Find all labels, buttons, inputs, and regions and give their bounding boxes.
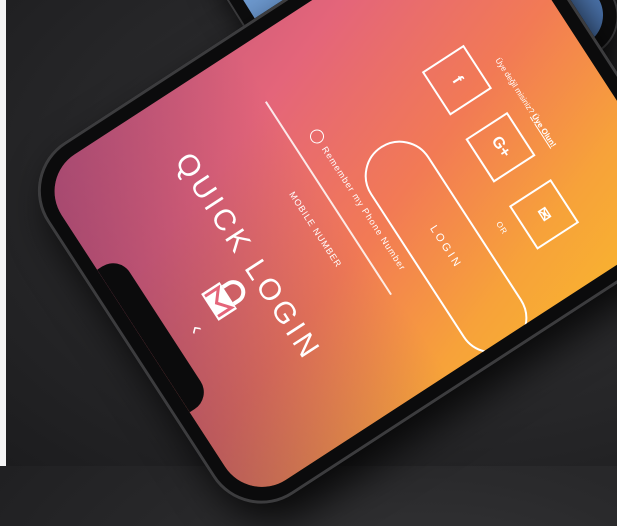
google-plus-icon: G+ [487, 133, 514, 161]
login-button-label: LOGIN [427, 223, 465, 271]
main-phone-mockup: ‹ QUICK LOGIN MOBILE NUMBER Remember my … [15, 0, 617, 526]
login-content: ‹ QUICK LOGIN MOBILE NUMBER Remember my … [38, 0, 617, 504]
mail-button[interactable]: ✉ [508, 178, 580, 250]
or-divider: OR [494, 219, 510, 237]
facebook-button[interactable]: f [421, 44, 493, 116]
signup-prompt-text: Üye değil misiniz? [493, 56, 537, 116]
facebook-icon: f [448, 73, 466, 87]
mail-icon: ✉ [532, 204, 555, 225]
login-screen: ‹ QUICK LOGIN MOBILE NUMBER Remember my … [37, 0, 617, 504]
mobile-number-label: MOBILE NUMBER [287, 189, 344, 270]
google-plus-button[interactable]: G+ [465, 111, 536, 183]
signup-link[interactable]: Üye Olun! [530, 112, 558, 149]
back-arrow-icon[interactable]: ‹ [184, 319, 210, 339]
remember-radio[interactable] [307, 126, 327, 147]
